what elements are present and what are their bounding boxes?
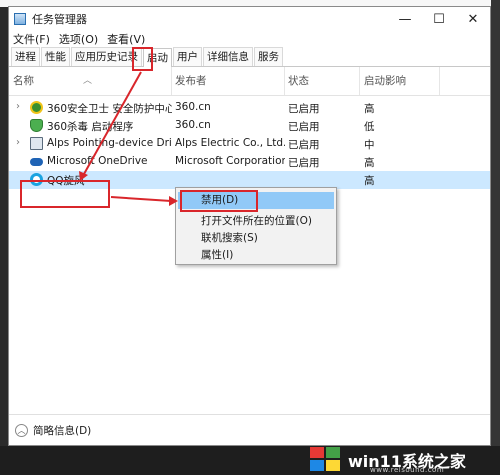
arrow-startup-to-row <box>83 71 142 175</box>
arrow-row-to-menu <box>110 196 172 202</box>
windows-logo-icon <box>310 447 342 473</box>
background-strip-right <box>491 0 500 475</box>
watermark-url: www.relsound.com <box>370 466 445 474</box>
arrow-head <box>79 171 88 181</box>
arrow-head <box>169 196 178 206</box>
annotation-arrows <box>79 71 178 206</box>
